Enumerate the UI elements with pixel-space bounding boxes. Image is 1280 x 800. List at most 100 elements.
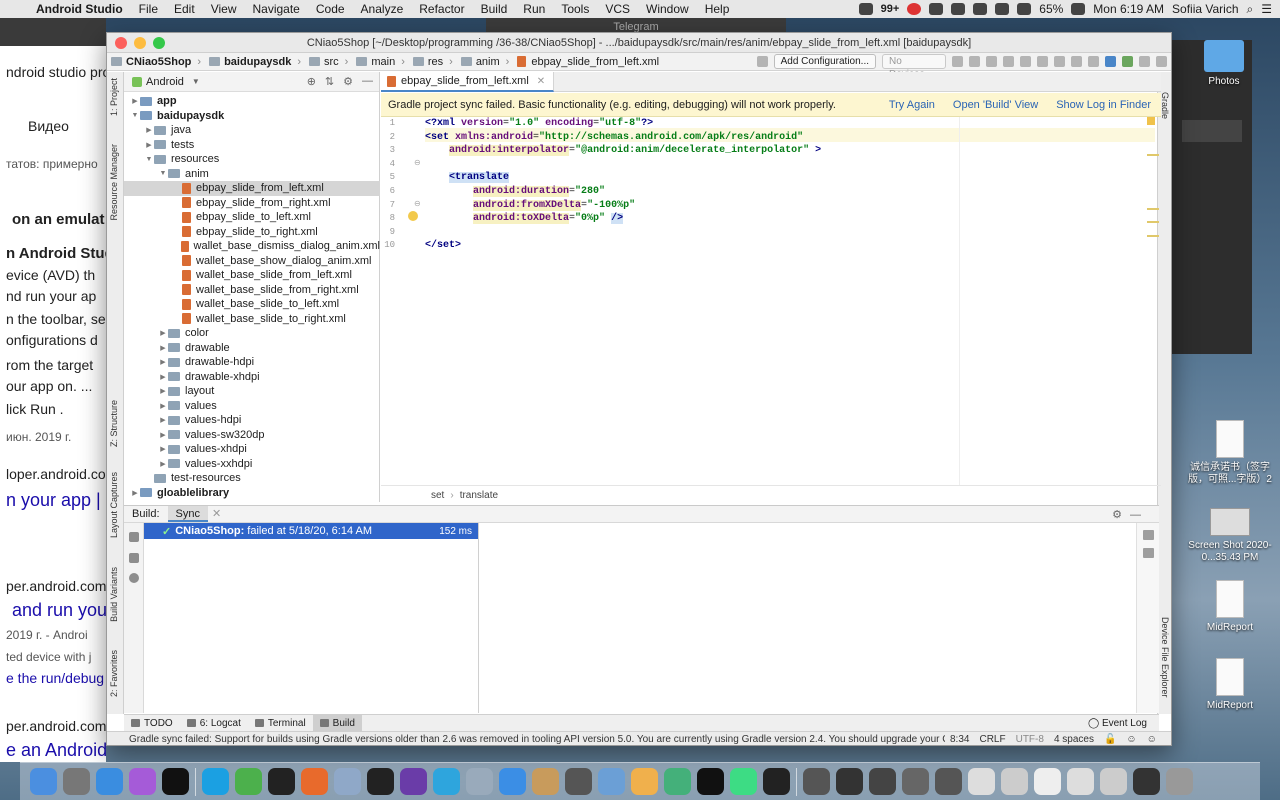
chevron-right-icon[interactable]: ▶ — [158, 431, 168, 439]
safari-icon[interactable] — [96, 768, 123, 795]
qq-icon[interactable] — [763, 768, 790, 795]
desktop-icon-midreport[interactable]: MidReport — [1182, 580, 1278, 634]
tree-folder-item[interactable]: ▶ values-hdpi — [124, 413, 380, 428]
stop-icon[interactable] — [129, 532, 139, 542]
pin-icon[interactable] — [129, 553, 139, 563]
apply-code-changes-icon[interactable] — [1037, 56, 1048, 67]
desktop-icon-photos[interactable]: Photos — [1176, 40, 1272, 88]
fold-icon[interactable]: ⊖ — [414, 199, 421, 208]
minimized-window-icon[interactable] — [935, 768, 962, 795]
lightbulb-icon[interactable] — [408, 211, 418, 221]
tool-tab-build-variants[interactable]: Build Variants — [109, 567, 119, 622]
tree-folder-item[interactable]: ▶ app — [124, 94, 380, 109]
android-icon[interactable] — [1122, 56, 1133, 67]
menu-build[interactable]: Build — [473, 2, 516, 16]
chevron-down-icon[interactable]: ▼ — [130, 112, 140, 119]
user-name[interactable]: Sofiia Varich — [1172, 2, 1238, 16]
editor-crumb-translate[interactable]: translate — [460, 490, 498, 501]
battery-icon[interactable] — [1071, 3, 1086, 15]
gear-icon[interactable]: ⚙— — [1112, 508, 1159, 521]
minimized-window-icon[interactable] — [803, 768, 830, 795]
soft-wrap-icon[interactable] — [1143, 530, 1154, 540]
browser-video-link[interactable]: Видео — [28, 118, 69, 134]
breadcrumb-item[interactable]: CNiao5Shop › — [107, 56, 205, 68]
control-center-icon[interactable]: ☰ — [1261, 2, 1272, 16]
app-icon[interactable] — [532, 768, 559, 795]
skype-icon[interactable] — [202, 768, 229, 795]
app-store-icon[interactable] — [499, 768, 526, 795]
browser-result-link[interactable]: and run you — [12, 600, 106, 621]
menu-tools[interactable]: Tools — [553, 2, 597, 16]
menu-run[interactable]: Run — [515, 2, 553, 16]
chevron-down-icon[interactable]: ▼ — [158, 170, 168, 177]
breadcrumb-item[interactable]: baidupaysdk › — [205, 56, 305, 68]
tree-file-item[interactable]: wallet_base_slide_from_right.xml — [124, 283, 380, 298]
vpn-icon[interactable] — [973, 3, 988, 15]
tree-folder-item[interactable]: test-resources — [124, 471, 380, 486]
status-message[interactable]: Gradle sync failed: Support for builds u… — [107, 734, 945, 745]
menu-help[interactable]: Help — [697, 2, 738, 16]
apple-tv-icon[interactable] — [162, 768, 189, 795]
tool-tab-logcat[interactable]: 6: Logcat — [180, 715, 248, 732]
breadcrumb-item[interactable]: src › — [305, 56, 352, 68]
line-separator[interactable]: CRLF — [974, 734, 1010, 745]
app-icon[interactable] — [565, 768, 592, 795]
layout-inspector-icon[interactable] — [1139, 56, 1150, 67]
hammer-icon[interactable] — [756, 56, 768, 67]
browser-result-link[interactable]: n your app | — [6, 490, 101, 511]
build-result-row[interactable]: ✓ CNiao5Shop: failed at 5/18/20, 6:14 AM… — [144, 523, 478, 539]
breadcrumb-item[interactable]: main › — [352, 56, 409, 68]
chevron-right-icon[interactable]: ▶ — [158, 373, 168, 381]
breadcrumb-item[interactable]: anim › — [457, 56, 514, 68]
epic-games-icon[interactable] — [367, 768, 394, 795]
tree-folder-item[interactable]: ▶ layout — [124, 384, 380, 399]
minimized-window-icon[interactable] — [968, 768, 995, 795]
app-menu[interactable]: Android Studio — [28, 2, 131, 16]
chevron-right-icon[interactable]: ▶ — [144, 126, 154, 134]
telegram-icon[interactable] — [433, 768, 460, 795]
wechat-status-icon[interactable] — [858, 3, 873, 15]
device-dropdown[interactable]: No Devices — [882, 54, 946, 80]
minimized-window-icon[interactable] — [1133, 768, 1160, 795]
stripe-marker[interactable] — [1147, 154, 1159, 156]
desktop-icon-document[interactable]: 诚信承诺书（签字版，可照...字版）2 — [1182, 420, 1278, 486]
zoom-window-button[interactable] — [153, 37, 165, 49]
recording-icon[interactable] — [907, 3, 922, 15]
open-build-view-link[interactable]: Open 'Build' View — [953, 99, 1038, 111]
tree-file-item[interactable]: ebpay_slide_to_right.xml — [124, 225, 380, 240]
indent-setting[interactable]: 4 spaces — [1049, 734, 1099, 745]
battery-percent[interactable]: 65% — [1039, 2, 1063, 16]
close-window-button[interactable] — [115, 37, 127, 49]
breadcrumb-item[interactable]: res › — [409, 56, 457, 68]
gear-icon[interactable]: ⚙ — [343, 75, 353, 88]
chevron-down-icon[interactable]: ▼ — [144, 156, 154, 163]
attach-debugger-icon[interactable] — [1003, 56, 1014, 67]
rstudio-icon[interactable] — [334, 768, 361, 795]
tree-file-item[interactable]: ebpay_slide_from_left.xml — [124, 181, 380, 196]
spotlight-icon[interactable]: ⌕ — [1247, 2, 1254, 17]
menu-edit[interactable]: Edit — [166, 2, 203, 16]
tree-folder-item[interactable]: ▼ baidupaysdk — [124, 109, 380, 124]
menu-code[interactable]: Code — [308, 2, 353, 16]
stripe-marker[interactable] — [1147, 235, 1159, 237]
chevron-down-icon[interactable]: ▼ — [192, 77, 200, 86]
tool-tab-todo[interactable]: TODO — [124, 715, 180, 732]
chevron-right-icon[interactable]: ▶ — [158, 416, 168, 424]
qt-creator-icon[interactable] — [664, 768, 691, 795]
chevron-right-icon[interactable]: ▶ — [158, 358, 168, 366]
wechat-icon[interactable] — [235, 768, 262, 795]
podcasts-icon[interactable] — [129, 768, 156, 795]
breadcrumb-item[interactable]: ebpay_slide_from_left.xml — [513, 56, 663, 68]
minimized-window-icon[interactable] — [836, 768, 863, 795]
flag-icon[interactable] — [995, 3, 1010, 15]
intellij-icon[interactable] — [697, 768, 724, 795]
menu-view[interactable]: View — [203, 2, 245, 16]
add-configuration-button[interactable]: Add Configuration... — [773, 54, 876, 69]
xcode-icon[interactable] — [466, 768, 493, 795]
apply-changes-icon[interactable] — [1020, 56, 1031, 67]
minimized-window-icon[interactable] — [1067, 768, 1094, 795]
tool-tab-build[interactable]: Build — [312, 714, 362, 732]
bbedit-icon[interactable] — [400, 768, 427, 795]
tree-file-item[interactable]: ebpay_slide_to_left.xml — [124, 210, 380, 225]
lock-icon[interactable]: 🔓 — [1099, 734, 1121, 745]
